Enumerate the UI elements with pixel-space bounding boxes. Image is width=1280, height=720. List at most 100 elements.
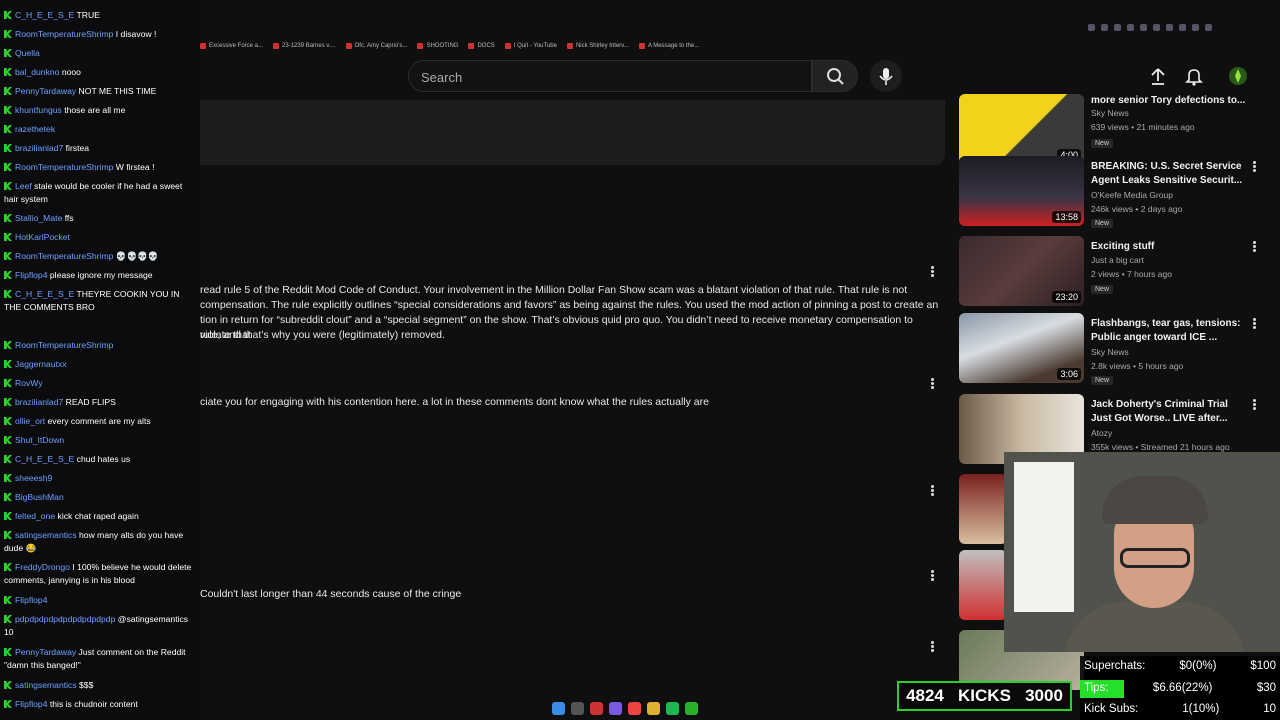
search-button[interactable]: [812, 60, 858, 92]
video-channel[interactable]: Atozy: [1091, 428, 1112, 438]
video-channel[interactable]: Just a big cart: [1091, 255, 1144, 265]
chrome-icon[interactable]: [628, 701, 641, 715]
chat-username[interactable]: BigBushMan: [15, 492, 64, 502]
search-icon[interactable]: [571, 701, 584, 715]
folder-icon[interactable]: [647, 701, 660, 715]
more-icon[interactable]: [1251, 240, 1257, 254]
upload-icon[interactable]: [1148, 66, 1168, 86]
chat-username[interactable]: bal_dunkno: [15, 67, 59, 77]
windows-start-icon[interactable]: [552, 701, 565, 715]
extension-icon[interactable]: [1127, 24, 1134, 31]
chat-username[interactable]: PennyTardaway: [15, 647, 76, 657]
more-icon[interactable]: [929, 484, 935, 498]
video-thumbnail[interactable]: 3:06: [959, 313, 1084, 383]
more-icon[interactable]: [1251, 160, 1257, 174]
spotify-icon[interactable]: [666, 701, 679, 715]
video-title[interactable]: Exciting stuff: [1091, 240, 1251, 254]
chat-username[interactable]: FreddyDrongo: [15, 562, 70, 572]
description-box[interactable]: [200, 100, 945, 165]
bookmark[interactable]: A Message to the...: [639, 43, 699, 49]
chat-username[interactable]: C_H_E_E_S_E: [15, 10, 74, 20]
video-channel[interactable]: O'Keefe Media Group: [1091, 190, 1173, 200]
video-thumbnail[interactable]: 4:00: [959, 94, 1084, 164]
search-input[interactable]: Search: [408, 60, 812, 92]
extension-icon[interactable]: [1205, 24, 1212, 31]
chat-username[interactable]: Flipflop4: [15, 699, 47, 709]
chat-username[interactable]: RoomTemperatureShrimp: [15, 29, 113, 39]
chat-username[interactable]: satingsemantics: [15, 530, 77, 540]
voice-search-button[interactable]: [870, 60, 902, 92]
discord-icon[interactable]: [609, 701, 622, 715]
video-title[interactable]: Flashbangs, tear gas, tensions: Public a…: [1091, 317, 1251, 345]
chat-username[interactable]: razethetek: [15, 124, 55, 134]
chat-username[interactable]: khuntfungus: [15, 105, 62, 115]
goal-target: $30: [1256, 682, 1276, 694]
chat-username[interactable]: Flipflop4: [15, 595, 47, 605]
chat-username[interactable]: sheeesh9: [15, 473, 52, 483]
kick-icon: [4, 106, 12, 114]
app-icon[interactable]: [590, 701, 603, 715]
video-item[interactable]: 13:58 BREAKING: U.S. Secret Service Agen…: [955, 156, 1270, 230]
video-item[interactable]: 23:20 Exciting stuff Just a big cart 2 v…: [955, 236, 1270, 310]
chat-username[interactable]: brazilianlad7: [15, 397, 63, 407]
extension-icon[interactable]: [1101, 24, 1108, 31]
video-title[interactable]: more senior Tory defections to...: [1091, 94, 1251, 108]
avatar[interactable]: [1228, 66, 1248, 86]
chat-username[interactable]: brazilianlad7: [15, 143, 63, 153]
xbox-icon[interactable]: [685, 701, 698, 715]
more-icon[interactable]: [929, 265, 935, 279]
bookmark[interactable]: I Quit - YouTube: [505, 43, 557, 49]
bookmark[interactable]: Excessive Force a...: [200, 43, 263, 49]
video-channel[interactable]: Sky News: [1091, 347, 1129, 357]
chat-username[interactable]: RoomTemperatureShrimp: [15, 162, 113, 172]
video-thumbnail[interactable]: [959, 474, 1007, 544]
chat-username[interactable]: PennyTardaway: [15, 86, 76, 96]
chat-username[interactable]: Flipflop4: [15, 270, 47, 280]
chat-username[interactable]: ollie_ort: [15, 416, 45, 426]
extension-icon[interactable]: [1088, 24, 1095, 31]
kick-icon: [4, 398, 12, 406]
goal-label: Superchats:: [1084, 660, 1146, 672]
bell-icon[interactable]: [1184, 66, 1204, 86]
goal-label: Tips:: [1084, 682, 1109, 694]
chat-username[interactable]: RoomTemperatureShrimp: [15, 340, 113, 350]
extension-icon[interactable]: [1179, 24, 1186, 31]
extension-icon[interactable]: [1153, 24, 1160, 31]
chat-username[interactable]: felted_one: [15, 511, 55, 521]
chat-username[interactable]: RovWy: [15, 378, 43, 388]
video-thumbnail[interactable]: 23:20: [959, 236, 1084, 306]
extension-icon[interactable]: [1140, 24, 1147, 31]
video-title[interactable]: BREAKING: U.S. Secret Service Agent Leak…: [1091, 160, 1251, 188]
extension-icon[interactable]: [1114, 24, 1121, 31]
video-thumbnail[interactable]: [959, 550, 1007, 620]
more-icon[interactable]: [929, 569, 935, 583]
extension-icon[interactable]: [1166, 24, 1173, 31]
extension-icon[interactable]: [1192, 24, 1199, 31]
video-title[interactable]: Jack Doherty's Criminal Trial Just Got W…: [1091, 398, 1251, 426]
video-thumbnail[interactable]: 13:58: [959, 156, 1084, 226]
bookmark[interactable]: Nick Shirley Interv...: [567, 43, 629, 49]
chat-username[interactable]: HotKarlPocket: [15, 232, 70, 242]
chat-username[interactable]: satingsemantics: [15, 680, 77, 690]
bookmark[interactable]: DOCS: [468, 43, 494, 49]
chat-username[interactable]: Stallio_Mate: [15, 213, 62, 223]
more-icon[interactable]: [1251, 317, 1257, 331]
bookmark[interactable]: SHOOTING: [417, 43, 458, 49]
chat-username[interactable]: pdpdpdpdpdpdpdpdpdpdp: [15, 614, 115, 624]
chat-username[interactable]: Leef: [15, 181, 32, 191]
kick-icon: [4, 125, 12, 133]
chat-username[interactable]: C_H_E_E_S_E: [15, 454, 74, 464]
chat-username[interactable]: RoomTemperatureShrimp: [15, 251, 113, 261]
chat-username[interactable]: Shut_ItDown: [15, 435, 64, 445]
streamer-shirt: [1064, 602, 1244, 652]
video-item[interactable]: 3:06 Flashbangs, tear gas, tensions: Pub…: [955, 313, 1270, 387]
more-icon[interactable]: [929, 640, 935, 654]
bookmark[interactable]: Ofc. Amy Caprio's...: [346, 43, 408, 49]
chat-username[interactable]: Quella: [15, 48, 40, 58]
chat-username[interactable]: Jaggernautxx: [15, 359, 67, 369]
more-icon[interactable]: [929, 377, 935, 391]
bookmark[interactable]: 23-1239 Barnes v....: [273, 43, 336, 49]
chat-username[interactable]: C_H_E_E_S_E: [15, 289, 74, 299]
video-channel[interactable]: Sky News: [1091, 108, 1129, 118]
more-icon[interactable]: [1251, 398, 1257, 412]
